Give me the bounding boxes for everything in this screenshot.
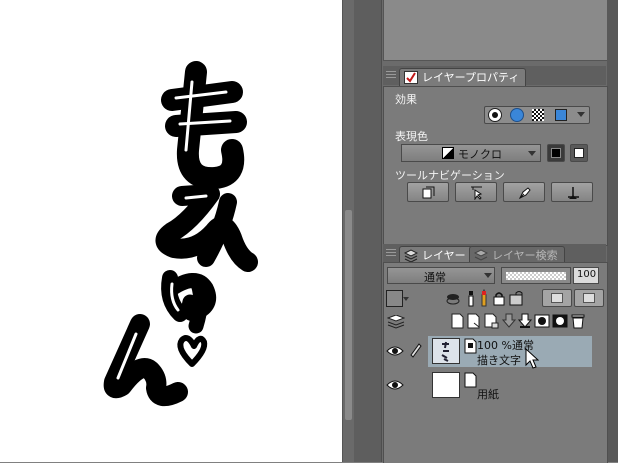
layer-tabbar: レイヤー レイヤー検索: [383, 244, 606, 264]
handwritten-momyun-artwork: [103, 61, 258, 407]
chevron-down-icon[interactable]: [577, 112, 585, 117]
tool-navigation-label: ツールナビゲーション: [395, 169, 505, 182]
layer-panel: 通常 100 100 %通常 描き文字 用紙: [383, 262, 608, 463]
create-mask-icon[interactable]: [534, 314, 550, 328]
mask-icon: [551, 293, 563, 303]
layer-type-icon: [464, 338, 477, 354]
expression-color-value: モノクロ: [458, 148, 502, 161]
merge-down-icon[interactable]: [518, 313, 532, 329]
opacity-slider[interactable]: [501, 267, 571, 284]
layer-name: 用紙: [477, 388, 499, 401]
tool-nav-button-3[interactable]: [503, 182, 545, 202]
layers-menu-icon[interactable]: [387, 315, 405, 329]
mouse-cursor-icon: [525, 348, 539, 369]
white-color-button[interactable]: [570, 144, 588, 162]
layer-thumbnail: [432, 338, 460, 364]
ruler-range-icon: [583, 293, 595, 303]
tab-layer-property-label: レイヤープロパティ: [422, 71, 520, 84]
layer-search-icon: [474, 249, 488, 261]
layer-property-tabbar: レイヤープロパティ: [383, 66, 606, 86]
layer-property-icon: [404, 71, 418, 84]
layer-thumbnail: [432, 372, 460, 398]
effect-button-group: [484, 106, 590, 124]
move-layer-icon: [471, 186, 483, 200]
pen-nib-icon: [518, 187, 531, 200]
paper-layer-icon: [464, 372, 477, 388]
panel-grip-icon[interactable]: [386, 249, 396, 258]
layer-property-panel: 効果 表現色 モノクロ ツールナビゲーション: [383, 86, 608, 246]
panel-grip-icon[interactable]: [386, 71, 396, 80]
chevron-down-icon: [484, 273, 492, 278]
tab-layer-label: レイヤー: [422, 249, 466, 262]
effect-tone-icon[interactable]: [532, 109, 544, 121]
eye-icon[interactable]: [386, 344, 404, 358]
expression-color-select[interactable]: モノクロ: [401, 144, 541, 162]
tool-nav-button-1[interactable]: [407, 182, 449, 202]
lock-transparent-icon[interactable]: [509, 291, 525, 306]
new-raster-layer-icon[interactable]: [451, 313, 464, 329]
transfer-down-icon[interactable]: [502, 313, 516, 329]
effect-label: 効果: [395, 93, 417, 106]
opacity-value: 100: [577, 269, 597, 280]
black-color-button[interactable]: [547, 144, 565, 162]
tool-nav-button-2[interactable]: [455, 182, 497, 202]
effect-border-icon[interactable]: [488, 108, 502, 122]
layer-color-icon[interactable]: [386, 290, 409, 307]
tab-layer-search-label: レイヤー検索: [492, 249, 558, 262]
chevron-down-icon: [528, 151, 536, 156]
delete-layer-icon[interactable]: [571, 313, 585, 329]
layer-row[interactable]: 100 %通常 描き文字: [384, 335, 607, 369]
effect-layer-color-icon[interactable]: [555, 109, 567, 121]
canvas-scroll-thumb[interactable]: [345, 210, 352, 420]
blend-mode-value: 通常: [424, 271, 446, 284]
edit-pen-icon: [410, 343, 422, 358]
apply-mask-icon[interactable]: [552, 314, 568, 328]
expression-color-label: 表現色: [395, 130, 428, 143]
monochrome-icon: [442, 147, 454, 159]
opacity-input[interactable]: 100: [573, 267, 599, 284]
new-layer-folder-icon[interactable]: [484, 313, 500, 329]
layer-select-icon: [422, 186, 435, 199]
new-vector-layer-icon[interactable]: [467, 313, 481, 329]
opacity-slider-track: [506, 272, 566, 280]
eye-icon[interactable]: [386, 378, 404, 392]
blend-mode-select[interactable]: 通常: [387, 267, 495, 284]
upper-panel-content: [383, 0, 608, 61]
canvas[interactable]: [0, 0, 342, 462]
lock-icon[interactable]: [493, 291, 505, 306]
panel-dock: レイヤープロパティ 効果 表現色 モノクロ ツールナビゲーション レイヤー レイ…: [354, 0, 618, 463]
draft-layer-icon[interactable]: [479, 289, 489, 307]
effect-color-icon[interactable]: [510, 108, 524, 122]
ruler-range-button[interactable]: [574, 289, 604, 307]
dock-gutter: [354, 0, 382, 462]
layer-name: 描き文字: [477, 354, 521, 367]
ruler-icon: [568, 187, 579, 199]
clip-layer-icon[interactable]: [445, 291, 461, 307]
dock-scrollbar[interactable]: [607, 0, 618, 462]
reference-layer-icon[interactable]: [466, 290, 476, 307]
tool-nav-button-4[interactable]: [551, 182, 593, 202]
layers-icon: [404, 249, 418, 262]
layer-mask-enable-button[interactable]: [542, 289, 572, 307]
layer-row[interactable]: 用紙: [384, 369, 607, 402]
tab-layer-property[interactable]: レイヤープロパティ: [399, 68, 527, 86]
momyun-thumbnail-icon: [441, 341, 449, 362]
